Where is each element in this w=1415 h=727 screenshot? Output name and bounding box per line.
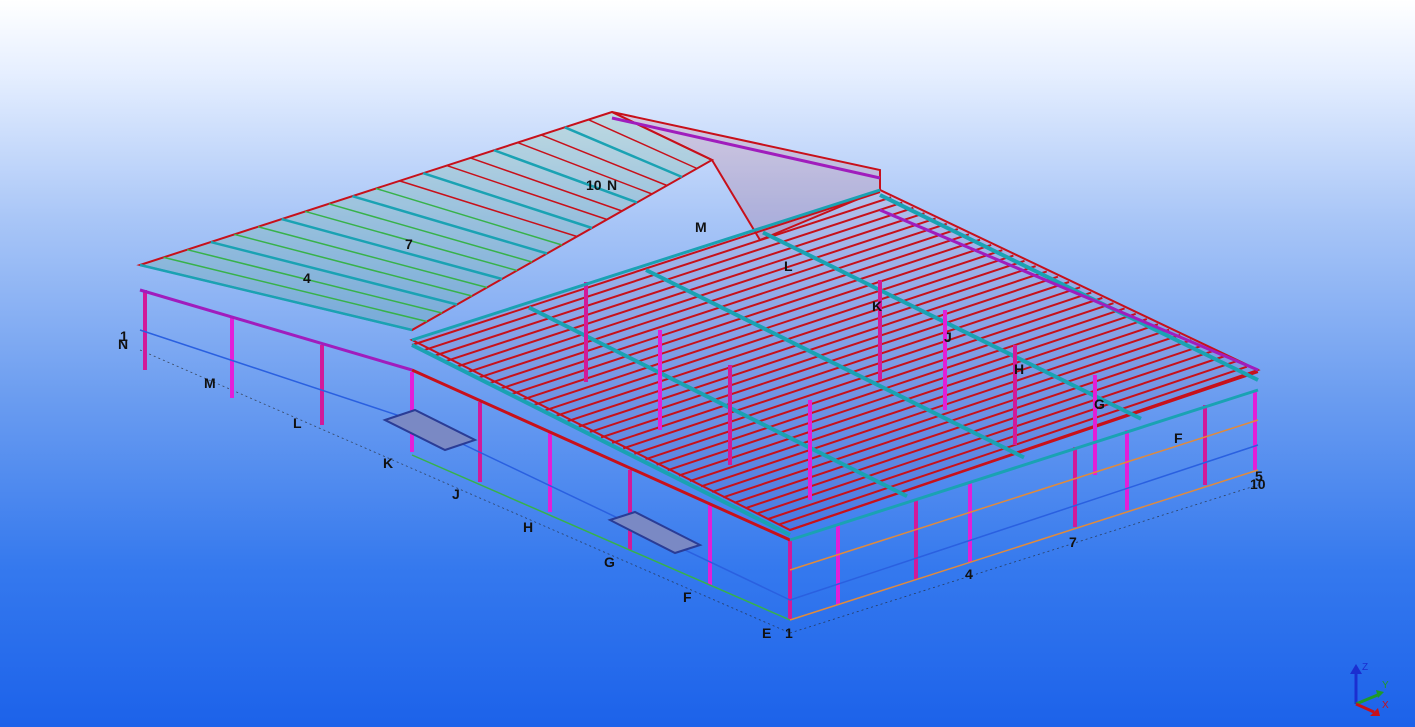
grid-label-G-left: G [604,554,615,570]
grid-label-H-interior: H [1014,361,1024,377]
grid-label-K-interior: K [872,298,882,314]
grid-label-G-right: G [1094,396,1105,412]
grid-label-7-interior: 7 [405,236,413,252]
grid-label-H-left: H [523,519,533,535]
x-axis-line [1355,702,1375,714]
x-axis-label: X [1382,700,1389,711]
grid-label-M-interior: M [695,219,707,235]
3d-viewport[interactable]: N M L K J H G F E 1 4 7 10 G F 5 10 N 7 … [0,0,1415,727]
y-axis-label: Y [1382,680,1389,691]
axis-triad[interactable]: Z Y X [1340,658,1392,718]
grid-label-L-interior: L [784,258,793,274]
grid-label-7-front: 7 [1069,534,1077,550]
grid-label-M-left: M [204,375,216,391]
walkway-1 [382,408,478,452]
z-axis-label: Z [1362,662,1368,673]
grid-label-F-right: F [1174,430,1183,446]
z-axis-arrow [1350,664,1362,674]
grid-label-E-left: E [762,625,771,641]
grid-label-J-left: J [452,486,460,502]
grid-label-10-interior: 10 [586,177,602,193]
grid-label-K-left: K [383,455,393,471]
grid-label-1-front: 1 [785,625,793,641]
structural-model[interactable]: N M L K J H G F E 1 4 7 10 G F 5 10 N 7 … [0,0,1415,727]
grid-label-J-interior: J [944,329,952,345]
grid-label-4-interior: 4 [303,270,311,286]
grid-label-N-interior: N [607,177,617,193]
y-axis-line [1355,692,1381,706]
grid-label-L-left: L [293,415,302,431]
grid-label-5-right: 5 [1255,468,1263,484]
grid-label-4-front: 4 [965,566,973,582]
grid-label-F-left: F [683,589,692,605]
grid-label-1-interior: 1 [120,328,128,344]
y-axis-arrow [1376,690,1384,698]
